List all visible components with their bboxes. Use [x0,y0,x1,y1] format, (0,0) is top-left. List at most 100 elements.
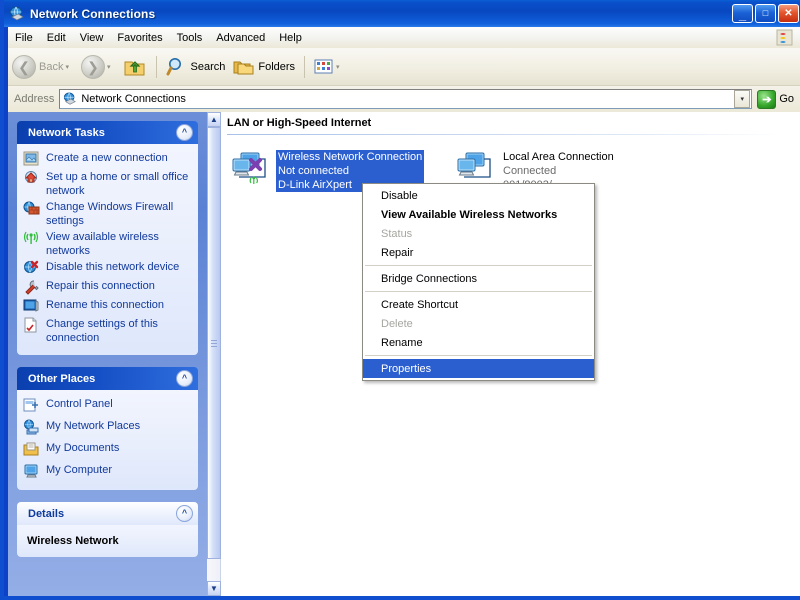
sidebar-item-label: My Network Places [46,419,140,433]
sidebar-item-setup-home-network[interactable]: Set up a home or small office network [23,170,192,198]
toolbar: ❮ Back ▾ ❯ ▾ [8,48,800,86]
go-button[interactable]: ➔ Go [757,90,794,109]
address-label: Address [14,93,54,105]
views-caret-icon[interactable]: ▾ [336,63,340,71]
close-button[interactable]: ✕ [778,4,799,23]
up-folder-icon [123,56,147,78]
minimize-icon: _ [733,7,752,22]
network-globe-icon [9,6,25,22]
disable-device-icon [23,260,41,277]
group-header-rule [227,134,782,135]
toolbar-separator-1 [156,56,157,78]
sidebar-item-label: View available wireless networks [46,230,192,258]
sidebar-item-label: Create a new connection [46,151,168,165]
vertical-scrollbar[interactable]: ▲ ▼ [207,112,221,596]
my-network-places-icon [23,419,41,436]
menu-edit[interactable]: Edit [40,30,73,46]
sidebar-item-create-new-connection[interactable]: Create a new connection [23,151,192,168]
context-menu-item-view-available-wireless-networks[interactable]: View Available Wireless Networks [363,205,594,224]
connection-name: Wireless Network Connection [276,150,424,164]
sidebar-item-change-firewall-settings[interactable]: Change Windows Firewall settings [23,200,192,228]
minimize-button[interactable]: _ [732,4,753,23]
back-button[interactable]: ❮ Back ▾ [8,50,77,84]
connection-name: Local Area Connection [501,150,616,164]
context-menu-item-disable[interactable]: Disable [363,186,594,205]
menu-file[interactable]: File [8,30,40,46]
address-input[interactable]: Network Connections ▾ [59,89,752,109]
scroll-down-button[interactable]: ▼ [207,581,221,596]
search-button[interactable]: Search [162,50,230,84]
back-caret-icon[interactable]: ▾ [65,63,69,71]
panel-other-places-header[interactable]: Other Places ^ [17,367,198,390]
panel-details-body: Wireless Network [17,525,198,557]
panel-other-places: Other Places ^ Control Panel [17,367,198,490]
scrollbar-thumb[interactable] [207,127,221,559]
context-menu-item-status: Status [363,224,594,243]
chevron-up-icon[interactable]: ^ [176,370,193,387]
magnifier-icon [166,56,188,78]
rename-icon [23,298,41,315]
menu-favorites[interactable]: Favorites [110,30,169,46]
forward-arrow-icon: ❯ [81,55,105,79]
address-network-globe-icon [63,92,77,106]
sidebar-item-view-available-wireless-networks[interactable]: View available wireless networks [23,230,192,258]
sidebar-item-my-computer[interactable]: My Computer [23,463,192,480]
connection-status: Not connected [276,164,424,178]
window-title: Network Connections [30,7,732,21]
context-menu-item-delete: Delete [363,314,594,333]
new-connection-icon [23,151,41,168]
chevron-down-icon: ▼ [210,585,218,593]
search-label: Search [191,61,226,73]
sidebar-item-my-network-places[interactable]: My Network Places [23,419,192,436]
sidebar-item-label: Rename this connection [46,298,164,312]
context-menu-item-create-shortcut[interactable]: Create Shortcut [363,295,594,314]
menu-advanced[interactable]: Advanced [209,30,272,46]
maximize-button[interactable]: □ [755,4,776,23]
context-menu-item-bridge-connections[interactable]: Bridge Connections [363,269,594,288]
context-menu-separator-3 [365,355,592,356]
up-button[interactable] [119,50,151,84]
wrench-icon [23,279,41,296]
sidebar-item-rename-connection[interactable]: Rename this connection [23,298,192,315]
panel-other-places-body: Control Panel My Network Places [17,390,198,490]
wireless-signal-icon [23,230,41,247]
folders-icon [233,56,255,78]
panel-network-tasks-header[interactable]: Network Tasks ^ [17,121,198,144]
folders-button[interactable]: Folders [229,50,299,84]
toolbar-separator-2 [304,56,305,78]
sidebar-item-my-documents[interactable]: My Documents [23,441,192,458]
sidebar-item-change-settings[interactable]: Change settings of this connection [23,317,192,345]
address-bar: Address Network Connections ▾ ➔ Go [8,86,800,112]
context-menu-item-repair[interactable]: Repair [363,243,594,262]
views-icon [314,58,334,76]
panel-network-tasks: Network Tasks ^ Create a new connection [17,121,198,355]
title-bar: Network Connections _ □ ✕ [4,0,800,27]
wireless-disconnected-icon [227,148,271,190]
views-button[interactable]: ▾ [310,50,348,84]
chevron-up-icon[interactable]: ^ [176,505,193,522]
sidebar-item-control-panel[interactable]: Control Panel [23,397,192,414]
context-menu-item-rename[interactable]: Rename [363,333,594,352]
panel-details-header[interactable]: Details ^ [17,502,198,525]
scroll-up-button[interactable]: ▲ [207,112,221,127]
sidebar-item-repair-connection[interactable]: Repair this connection [23,279,192,296]
sidebar-item-disable-network-device[interactable]: Disable this network device [23,260,192,277]
sidebar-item-label: Change settings of this connection [46,317,192,345]
maximize-icon: □ [756,6,775,21]
home-network-icon [23,170,41,187]
chevron-up-icon[interactable]: ^ [176,124,193,141]
context-menu-separator-2 [365,291,592,292]
go-arrow-icon: ➔ [757,90,776,109]
folders-label: Folders [258,61,295,73]
connection-status: Connected [501,164,616,178]
menu-help[interactable]: Help [272,30,309,46]
menu-tools[interactable]: Tools [170,30,210,46]
go-label: Go [779,93,794,105]
forward-caret-icon[interactable]: ▾ [107,63,111,71]
forward-button[interactable]: ❯ ▾ [77,50,119,84]
task-pane: Network Tasks ^ Create a new connection [8,112,207,596]
context-menu-item-properties[interactable]: Properties [363,359,594,378]
address-dropdown-button[interactable]: ▾ [734,90,750,108]
menu-view[interactable]: View [73,30,111,46]
panel-details-title: Details [28,508,64,520]
